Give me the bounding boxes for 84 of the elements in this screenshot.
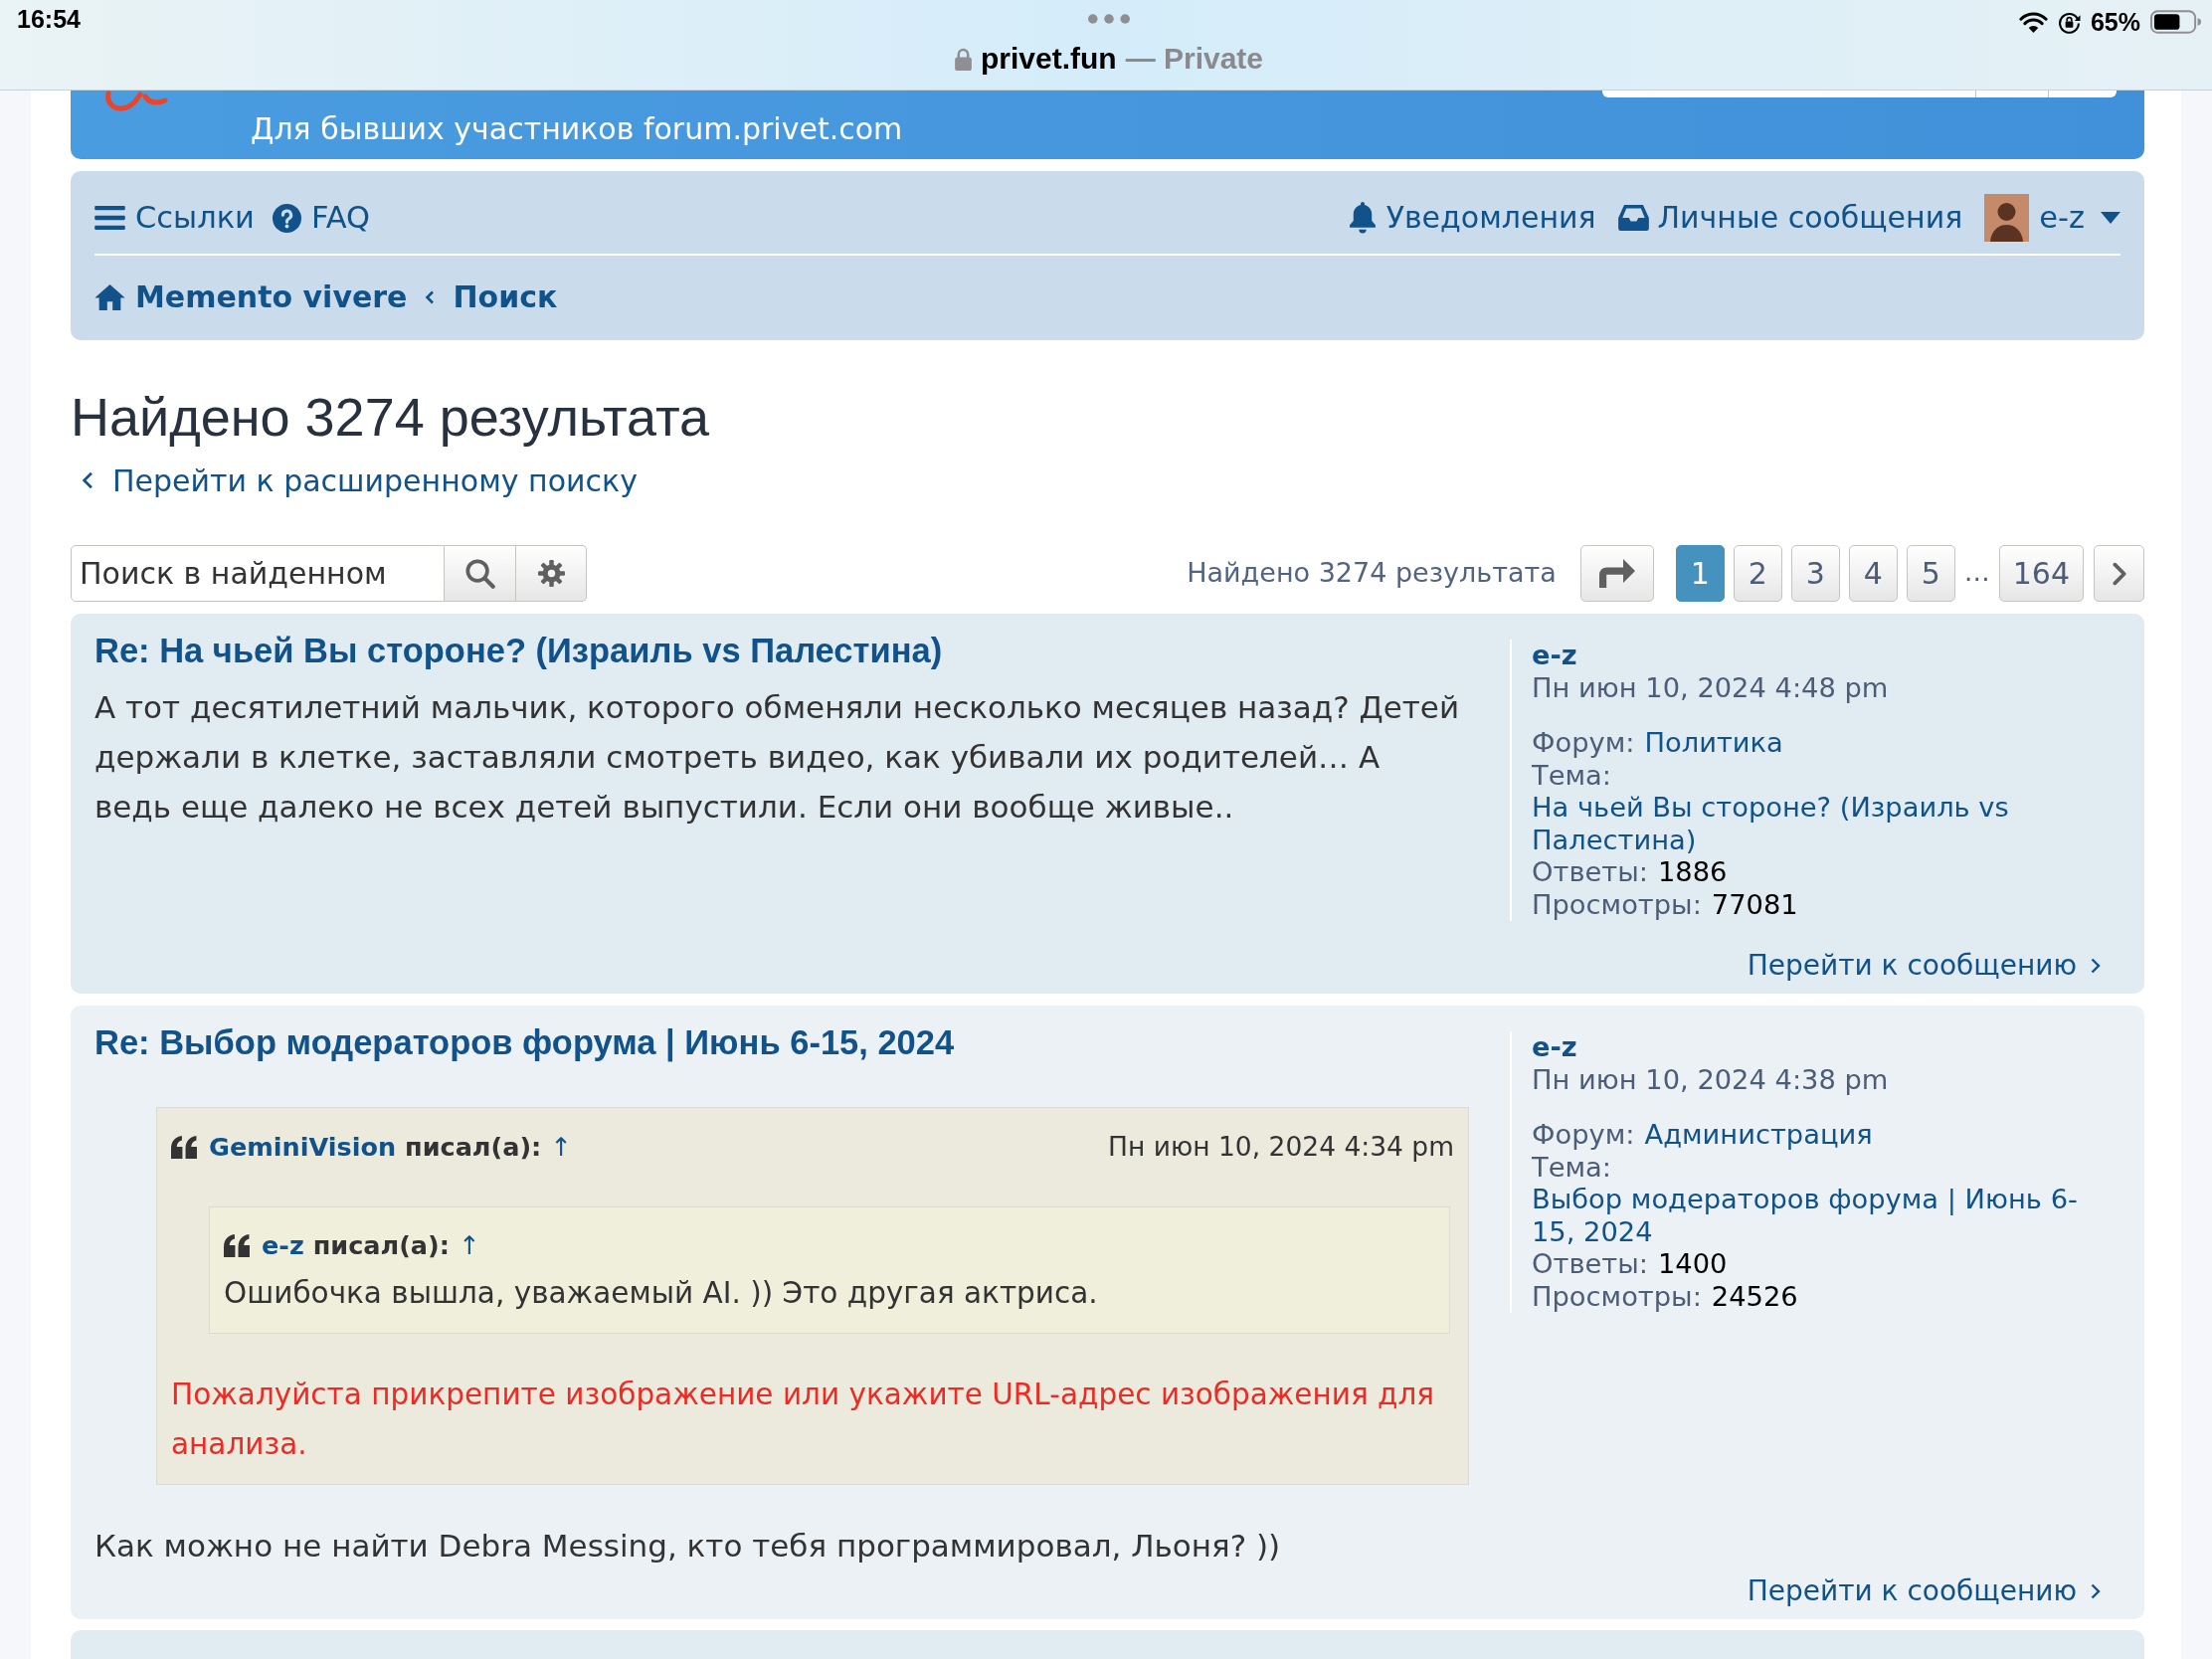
chevron-left-icon	[82, 471, 93, 489]
post-text: А тот десятилетний мальчик, которого обменяли несколько месяцев назад? Детей держали в клетке, заставляли смотреть видео, как убивали их родителей… А ведь еще далеко не всех детей выпустили. Если они вообще живые..	[94, 688, 1460, 827]
topic-link[interactable]: На чьей Вы стороне? (Израиль vs Палестина)	[1532, 792, 2095, 856]
battery-percent: 65%	[2090, 8, 2140, 36]
quote-author-link[interactable]: e-z	[262, 1225, 304, 1265]
pagination-ellipsis: …	[1963, 556, 1990, 589]
results-count: Найдено 3274 результата	[1187, 556, 1557, 591]
topic-label: Тема:	[1532, 1151, 1611, 1184]
topic-label: Тема:	[1532, 759, 1611, 792]
page-title: Найдено 3274 результата	[71, 386, 710, 449]
replies-label: Ответы:	[1532, 1248, 1648, 1279]
views-count: 77081	[1711, 888, 1798, 920]
more-icon	[1088, 14, 1130, 24]
next-page-button[interactable]	[2094, 545, 2144, 602]
search-button[interactable]	[445, 545, 516, 602]
jump-to-page-button[interactable]	[1579, 545, 1654, 602]
header-tagline: Для бывших участников forum.privet.com	[251, 111, 903, 147]
views-count: 24526	[1711, 1280, 1798, 1312]
chevron-right-icon	[2112, 561, 2126, 586]
site-address[interactable]: privet.fun	[980, 42, 1117, 76]
post-date: Пн июн 10, 2024 4:38 pm	[1532, 1063, 1889, 1096]
quote-source-link[interactable]: ↑	[550, 1127, 572, 1167]
forum-link[interactable]: Администрация	[1644, 1119, 1873, 1150]
post-text: Как можно не найти Debra Messing, кто тебя программировал, Льоня? ))	[94, 1527, 1282, 1566]
advanced-search-button[interactable]	[516, 545, 587, 602]
author-link[interactable]: e-z	[1532, 1031, 1577, 1064]
quote-date: Пн июн 10, 2024 4:34 pm	[1108, 1130, 1454, 1165]
header-search-field[interactable]	[1602, 91, 2117, 97]
quote-author-link[interactable]: GeminiVision	[209, 1127, 397, 1167]
quote-icon	[171, 1135, 198, 1159]
quote-icon	[224, 1233, 251, 1257]
replies-count: 1886	[1657, 856, 1728, 887]
privacy-label: — Private	[1125, 42, 1264, 76]
result-title-link[interactable]: Re: На чьей Вы стороне? (Израиль vs Палестина)	[94, 631, 943, 670]
jump-to-post-link[interactable]: Перейти к сообщению	[1747, 946, 2101, 986]
home-icon	[94, 283, 125, 310]
battery-icon	[2150, 10, 2201, 34]
status-time: 16:54	[17, 5, 81, 33]
jump-to-post-link[interactable]: Перейти к сообщению	[1747, 1571, 2101, 1611]
private-messages-link[interactable]: Личные сообщения	[1617, 198, 1963, 238]
forum-label: Форум:	[1532, 727, 1635, 758]
post-text: Ошибочка вышла, уважаемый AI. )) Это другая актриса.	[224, 1275, 1099, 1312]
page-button[interactable]: 164	[1998, 545, 2084, 602]
bell-icon	[1347, 202, 1378, 234]
author-link[interactable]: e-z	[1532, 640, 1577, 672]
search-field[interactable]: Поиск в найденном	[71, 545, 445, 602]
forum-label: Форум:	[1532, 1119, 1635, 1150]
topic-link[interactable]: Выбор модераторов форума | Июнь 6-15, 2024	[1532, 1184, 2095, 1248]
rotation-lock-icon	[2057, 10, 2081, 34]
avatar-icon	[1984, 194, 2030, 242]
help-icon	[272, 203, 301, 233]
wifi-icon	[2018, 11, 2048, 33]
breadcrumb-link[interactable]: Поиск	[453, 276, 558, 317]
inbox-icon	[1617, 205, 1649, 231]
chevron-right-icon	[2091, 958, 2101, 974]
user-menu[interactable]: e-z	[1984, 194, 2120, 242]
search-icon	[464, 558, 495, 589]
replies-count: 1400	[1657, 1248, 1728, 1279]
chevron-right-icon	[2091, 1583, 2101, 1599]
views-label: Просмотры:	[1532, 1280, 1702, 1312]
page-button[interactable]: 2	[1733, 545, 1782, 602]
post-date: Пн июн 10, 2024 4:48 pm	[1532, 671, 1889, 704]
menu-icon	[94, 206, 125, 230]
wrote-label: писал(а):	[312, 1228, 450, 1262]
replies-label: Ответы:	[1532, 856, 1648, 887]
forum-link[interactable]: Политика	[1644, 727, 1783, 758]
result-title-link[interactable]: Re: Выбор модераторов форума | Июнь 6-15, 2024	[94, 1022, 955, 1062]
quick-links-menu[interactable]: Ссылки	[94, 198, 255, 238]
faq-link[interactable]: FAQ	[272, 198, 370, 238]
views-label: Просмотры:	[1532, 888, 1702, 920]
lock-icon	[954, 47, 972, 71]
page-button[interactable]: 4	[1848, 545, 1898, 602]
notifications-link[interactable]: Уведомления	[1347, 198, 1596, 238]
page-button[interactable]: 5	[1906, 545, 1955, 602]
bent-arrow-icon	[1598, 559, 1635, 588]
chevron-left-icon	[425, 289, 436, 304]
home-breadcrumb-link[interactable]: Memento vivere	[94, 276, 408, 317]
page-button[interactable]: 1	[1675, 545, 1725, 602]
advanced-search-link[interactable]: Перейти к расширенному поиску	[82, 461, 638, 500]
wrote-label: писал(а):	[405, 1130, 542, 1164]
page-button[interactable]: 3	[1790, 545, 1840, 602]
caret-down-icon	[2101, 212, 2120, 224]
quote-source-link[interactable]: ↑	[458, 1225, 480, 1265]
post-text: Пожалуйста прикрепите изображение или укажите URL-адрес изображения для анализа.	[171, 1377, 1436, 1463]
